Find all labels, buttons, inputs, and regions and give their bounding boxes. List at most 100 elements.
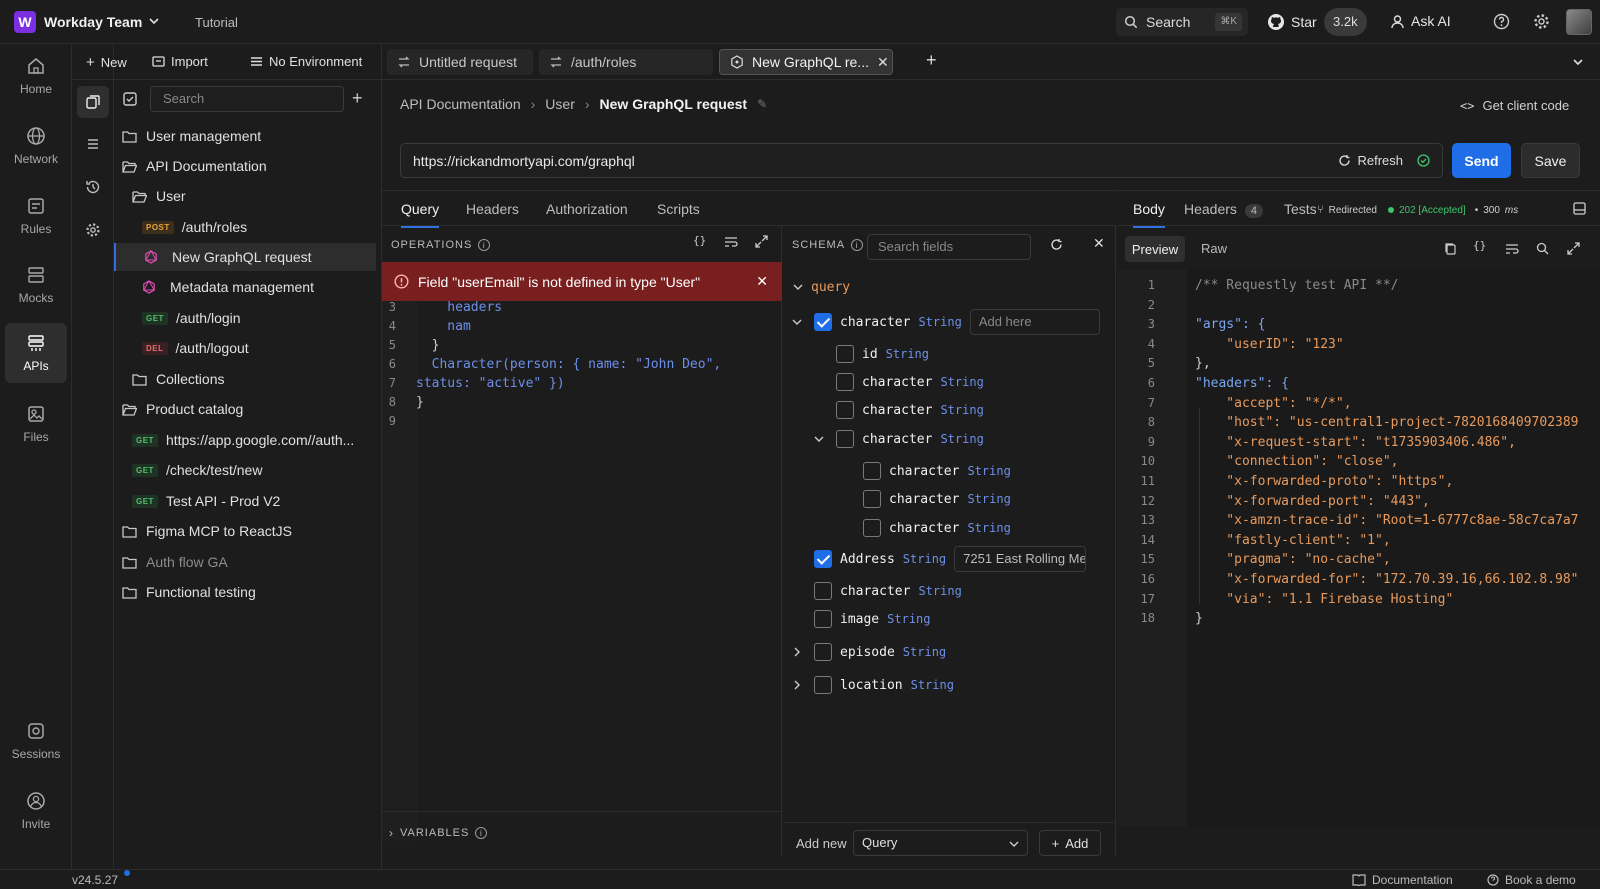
tree-folder[interactable]: Figma MCP to ReactJS bbox=[114, 517, 376, 545]
breadcrumb-item[interactable]: User bbox=[545, 96, 575, 112]
field-checkbox[interactable] bbox=[863, 462, 881, 480]
schema-field[interactable]: location String bbox=[794, 673, 954, 697]
wrap-lines-icon[interactable] bbox=[1505, 243, 1519, 255]
wrap-lines-icon[interactable] bbox=[724, 236, 738, 248]
tab-headers[interactable]: Headers bbox=[466, 201, 519, 217]
rail-item-network[interactable]: Network bbox=[5, 116, 67, 176]
new-button[interactable]: + New bbox=[86, 54, 127, 71]
tabs-overflow-chevron-icon[interactable] bbox=[1572, 56, 1584, 68]
schema-field[interactable]: character String bbox=[863, 516, 1011, 540]
tree-folder[interactable]: Functional testing bbox=[114, 578, 376, 606]
schema-field[interactable]: character String bbox=[814, 427, 984, 451]
prettify-code-icon[interactable]: {} bbox=[693, 234, 706, 247]
chevron-right-icon[interactable] bbox=[792, 680, 802, 690]
tab-scripts[interactable]: Scripts bbox=[657, 201, 700, 217]
field-checkbox[interactable] bbox=[836, 430, 854, 448]
get-client-code-button[interactable]: <> Get client code bbox=[1460, 98, 1569, 113]
tree-request[interactable]: Metadata management bbox=[114, 273, 376, 301]
workspace-logo[interactable]: W bbox=[14, 11, 36, 33]
select-all-icon[interactable] bbox=[122, 91, 138, 107]
close-tab-icon[interactable]: ✕ bbox=[877, 54, 889, 71]
url-input[interactable]: https://rickandmortyapi.com/graphql Refr… bbox=[400, 143, 1443, 178]
schema-field[interactable]: character String bbox=[863, 459, 1011, 483]
tab-raw[interactable]: Raw bbox=[1201, 241, 1227, 256]
field-checkbox[interactable] bbox=[836, 373, 854, 391]
history-icon[interactable] bbox=[77, 171, 109, 203]
tab-tests[interactable]: Tests bbox=[1284, 201, 1317, 217]
schema-field[interactable]: character String bbox=[836, 370, 984, 394]
close-schema-icon[interactable]: ✕ bbox=[1093, 235, 1105, 252]
schema-field[interactable]: episode String bbox=[794, 640, 946, 664]
tutorial-link[interactable]: Tutorial bbox=[195, 15, 238, 30]
tab-query[interactable]: Query bbox=[401, 201, 440, 228]
rail-item-sessions[interactable]: Sessions bbox=[5, 711, 67, 771]
tree-request[interactable]: POST/auth/roles bbox=[114, 213, 376, 241]
github-star-button[interactable]: Star bbox=[1267, 13, 1317, 31]
tab-untitled-request[interactable]: Untitled request bbox=[387, 49, 533, 75]
tree-folder[interactable]: User bbox=[114, 182, 376, 210]
ask-ai-button[interactable]: Ask AI bbox=[1390, 13, 1451, 29]
operation-type-select[interactable]: Query bbox=[853, 830, 1028, 856]
book-demo-link[interactable]: Book a demo bbox=[1487, 873, 1576, 887]
rail-item-rules[interactable]: Rules bbox=[5, 186, 67, 246]
tree-folder[interactable]: User management bbox=[114, 122, 376, 150]
tree-request[interactable]: DEL/auth/logout bbox=[114, 334, 376, 362]
field-checkbox[interactable] bbox=[814, 643, 832, 661]
chevron-down-icon[interactable] bbox=[814, 434, 824, 444]
send-button[interactable]: Send bbox=[1452, 143, 1511, 178]
environments-icon[interactable] bbox=[77, 128, 109, 160]
field-checkbox[interactable] bbox=[836, 401, 854, 419]
tree-request[interactable]: GET/check/test/new bbox=[114, 456, 376, 484]
collections-view-icon[interactable] bbox=[77, 86, 109, 118]
save-button[interactable]: Save bbox=[1521, 143, 1580, 178]
tree-folder[interactable]: Collections bbox=[114, 365, 376, 393]
expand-icon[interactable] bbox=[755, 235, 768, 248]
field-checkbox[interactable] bbox=[814, 550, 832, 568]
tree-request[interactable]: GET/auth/login bbox=[114, 304, 376, 332]
environment-selector[interactable]: No Environment bbox=[250, 54, 362, 69]
tab-preview[interactable]: Preview bbox=[1125, 236, 1185, 262]
rail-item-mocks[interactable]: Mocks bbox=[5, 255, 67, 315]
schema-field[interactable]: id String bbox=[836, 342, 929, 366]
import-button[interactable]: Import bbox=[152, 54, 208, 69]
schema-field[interactable]: Address String 7251 East Rolling Mea bbox=[814, 546, 1087, 572]
tree-request[interactable]: New GraphQL request bbox=[114, 243, 376, 271]
global-search-button[interactable]: Search ⌘K bbox=[1116, 8, 1248, 36]
field-checkbox[interactable] bbox=[814, 610, 832, 628]
schema-field[interactable]: character String bbox=[863, 487, 1011, 511]
dismiss-error-icon[interactable]: ✕ bbox=[756, 273, 768, 290]
tree-request[interactable]: GET https://app.google.com//auth... bbox=[114, 426, 376, 454]
tree-folder[interactable]: Auth flow GA bbox=[114, 548, 376, 576]
refresh-schema-button[interactable]: Refresh bbox=[1338, 153, 1430, 168]
help-icon[interactable] bbox=[1493, 13, 1510, 30]
rename-pencil-icon[interactable]: ✎ bbox=[757, 97, 767, 111]
chevron-right-icon[interactable] bbox=[792, 647, 802, 657]
field-argument-input[interactable]: 7251 East Rolling Mea bbox=[954, 546, 1087, 572]
rail-item-invite[interactable]: Invite bbox=[5, 781, 67, 841]
add-tab-button[interactable]: + bbox=[926, 50, 937, 71]
workspace-name[interactable]: Workday Team bbox=[44, 14, 142, 30]
chevron-down-icon[interactable] bbox=[148, 15, 160, 27]
sidebar-search-input[interactable]: Search bbox=[150, 86, 344, 112]
rail-item-apis[interactable]: APIs bbox=[5, 323, 67, 383]
documentation-link[interactable]: Documentation bbox=[1352, 873, 1453, 887]
field-checkbox[interactable] bbox=[863, 519, 881, 537]
tab-new-graphql-request[interactable]: New GraphQL re... ✕ bbox=[719, 49, 893, 75]
rail-item-files[interactable]: Files bbox=[5, 394, 67, 454]
prettify-code-icon[interactable]: {} bbox=[1473, 239, 1486, 252]
tab-auth-roles[interactable]: /auth/roles bbox=[539, 49, 713, 75]
field-checkbox[interactable] bbox=[814, 676, 832, 694]
search-icon[interactable] bbox=[1536, 242, 1549, 255]
schema-root-query[interactable]: query bbox=[793, 275, 850, 299]
tree-folder[interactable]: API Documentation bbox=[114, 152, 376, 180]
tab-authorization[interactable]: Authorization bbox=[546, 201, 628, 217]
response-body[interactable]: /** Requestly test API **/ "args": { "use… bbox=[1187, 270, 1600, 826]
expand-icon[interactable] bbox=[1567, 242, 1580, 255]
schema-field[interactable]: character String bbox=[814, 579, 962, 603]
schema-field[interactable]: image String bbox=[814, 607, 931, 631]
layout-toggle-icon[interactable] bbox=[1573, 202, 1586, 215]
field-checkbox[interactable] bbox=[814, 582, 832, 600]
settings-gear-icon[interactable] bbox=[1533, 13, 1550, 30]
chevron-down-icon[interactable] bbox=[792, 317, 802, 327]
field-checkbox[interactable] bbox=[836, 345, 854, 363]
